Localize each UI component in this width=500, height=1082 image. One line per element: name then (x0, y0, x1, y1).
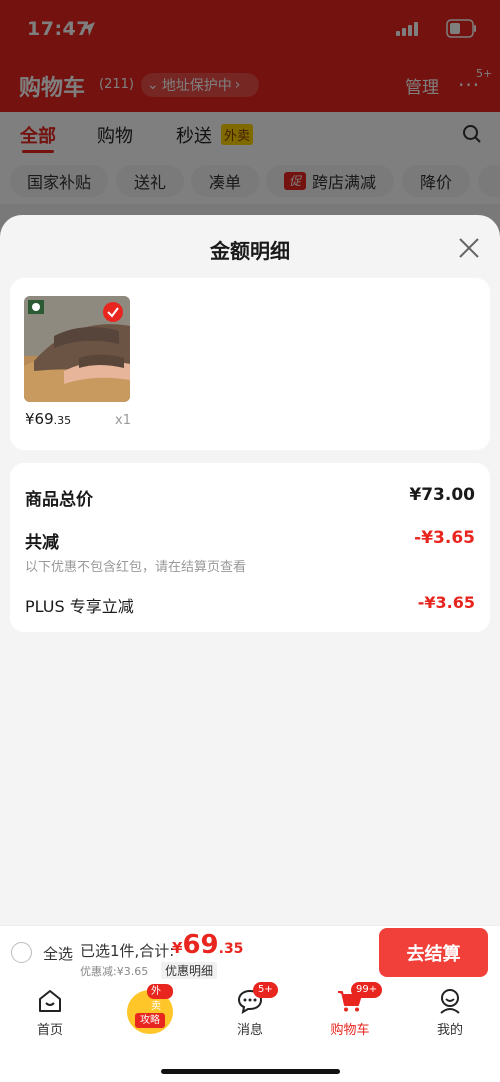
nav-home[interactable]: 首页 (15, 982, 85, 1042)
discount-summary: 优惠减:¥3.65 (80, 965, 149, 978)
checkout-button[interactable]: 去结算 (379, 928, 488, 977)
bottom-tab-bar: 首页 外卖 攻略 5+ 消息 99+ 购物车 我的 (0, 982, 500, 1082)
product-card: ¥69.35 x1 (10, 278, 490, 450)
nav-home-label: 首页 (36, 1023, 63, 1038)
nav-cart-label: 购物车 (330, 1023, 370, 1038)
product-quantity: x1 (115, 413, 131, 428)
sheet-title: 金额明细 (210, 239, 290, 263)
reduce-value: -¥3.65 (414, 528, 475, 548)
profile-icon (440, 989, 460, 1014)
total-price-dec: .35 (218, 941, 244, 957)
promo-center-badge: 外卖 (147, 984, 173, 1012)
amount-detail-sheet: 金额明细 ¥69.35 x1 商品总价 ¥73.00 共减 -¥3.65 以下优… (0, 215, 500, 925)
reduce-label: 共减 (25, 533, 59, 553)
total-label: 商品总价 (25, 490, 93, 510)
cart-badge: 99+ (351, 982, 383, 998)
nav-cart[interactable]: 99+ 购物车 (315, 982, 385, 1042)
nav-messages-label: 消息 (236, 1023, 263, 1038)
price-int: 69 (34, 410, 54, 428)
price-detail-card: 商品总价 ¥73.00 共减 -¥3.65 以下优惠不包含红包，请在结算页查看 … (10, 463, 490, 632)
price-symbol: ¥ (25, 410, 35, 428)
total-price-symbol: ¥ (172, 939, 183, 957)
select-all-label[interactable]: 全选 (43, 943, 73, 964)
reduce-note: 以下优惠不包含红包，请在结算页查看 (25, 560, 247, 575)
checkmark-icon (103, 302, 123, 322)
price-dec: .35 (53, 414, 72, 427)
home-indicator (161, 1069, 340, 1074)
select-all-radio[interactable] (11, 942, 32, 963)
messages-badge: 5+ (253, 982, 278, 998)
nav-messages[interactable]: 5+ 消息 (215, 982, 285, 1042)
promo-center-label: 攻略 (135, 1013, 165, 1028)
total-value: ¥73.00 (409, 485, 475, 505)
plus-discount-value: -¥3.65 (417, 593, 475, 612)
product-price: ¥69.35 (25, 410, 71, 428)
home-icon (39, 990, 61, 1012)
selected-summary: 已选1件,合计: (80, 942, 175, 960)
total-price: ¥69.35 (172, 930, 243, 960)
plus-discount-label: PLUS 专享立减 (25, 597, 134, 616)
discount-detail-link[interactable]: 优惠明细 (161, 962, 218, 979)
checkout-bar: 全选 已选1件,合计: ¥69.35 优惠减:¥3.65 优惠明细 去结算 (0, 925, 500, 982)
product-image[interactable] (24, 296, 130, 402)
total-price-int: 69 (182, 930, 219, 960)
nav-mine-label: 我的 (436, 1023, 463, 1038)
promo-center-button[interactable]: 外卖 攻略 (127, 984, 173, 1034)
close-icon[interactable] (455, 234, 483, 262)
nav-mine[interactable]: 我的 (415, 982, 485, 1042)
